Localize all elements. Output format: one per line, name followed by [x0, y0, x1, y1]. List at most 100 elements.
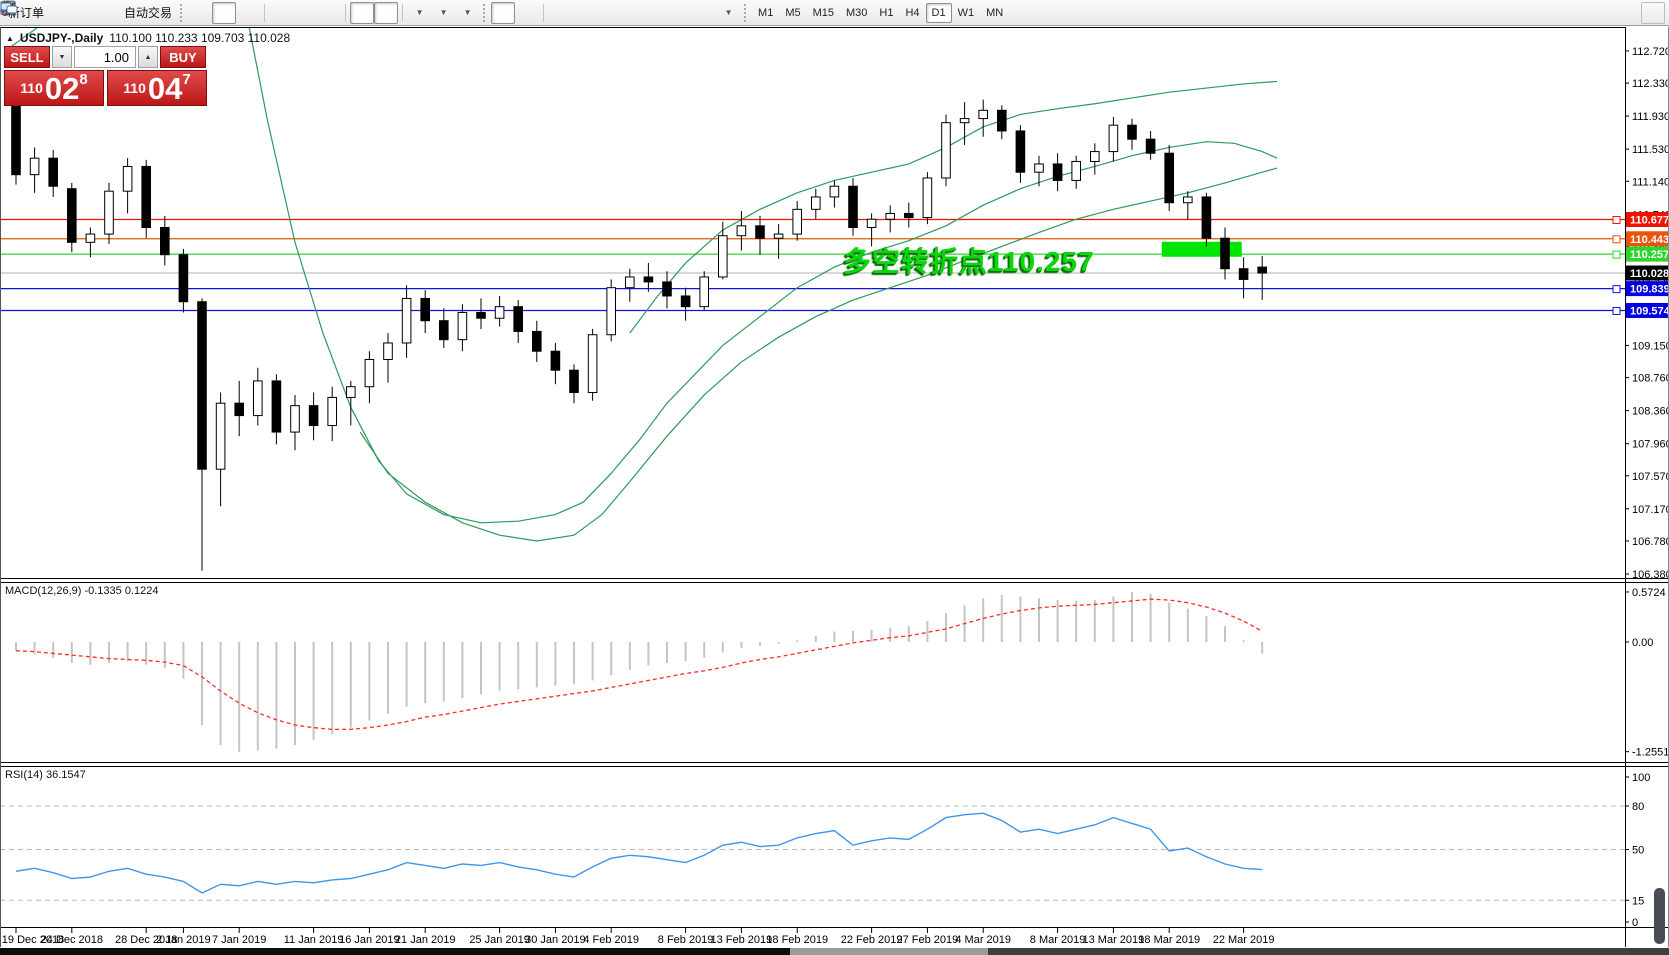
turning-point-annotation[interactable]: 多空转折点110.257 — [843, 240, 1095, 280]
candle-body — [1145, 138, 1156, 154]
chat-button[interactable] — [0, 1, 1665, 24]
shapes-button[interactable]: ▼ — [1, 1, 740, 24]
collapse-panel-icon[interactable]: ▲ — [6, 34, 14, 43]
bar-chart-button[interactable] — [1, 2, 212, 24]
date-axis-label: 13 Mar 2019 — [1083, 934, 1145, 946]
cursor-button[interactable] — [4, 1, 516, 24]
candle-body — [1015, 130, 1026, 173]
candle-body — [606, 287, 617, 336]
market-watch-button[interactable] — [0, 0, 72, 24]
date-axis-label: 11 Jan 2019 — [284, 934, 344, 946]
candle-body — [941, 122, 951, 179]
horizontal-line-button[interactable] — [1, 2, 596, 24]
fibonacci-button[interactable]: F — [2, 2, 668, 24]
candle-body — [420, 297, 430, 322]
hline-handle[interactable] — [1612, 306, 1621, 315]
vertical-line-button[interactable] — [6, 1, 572, 24]
date-axis-label: 22 Mar 2019 — [1213, 934, 1275, 946]
data-window-button[interactable] — [1, 2, 96, 24]
candle-body — [922, 177, 933, 219]
timeframe-d1-button[interactable]: D1 — [925, 2, 952, 23]
auto-trading-button[interactable]: 自动交易 — [1, 0, 176, 24]
text-label-button[interactable]: T — [1, 2, 716, 24]
hline-handle[interactable] — [1612, 250, 1621, 259]
band-line-lower — [359, 167, 1278, 542]
price-axis-tick: 107.570 — [1632, 471, 1669, 483]
toolbar-separator — [543, 3, 545, 22]
auto-scroll-button[interactable] — [2, 1, 375, 24]
crosshair-button[interactable] — [1, 1, 539, 24]
timeframe-h4-button[interactable]: H4 — [899, 3, 925, 23]
candle-body — [736, 225, 747, 237]
line-chart-button[interactable] — [1, 2, 260, 24]
timeframe-mn-button[interactable]: MN — [980, 3, 1009, 23]
candle-body — [773, 233, 784, 239]
date-axis-label: 2 Jan 2019 — [156, 934, 210, 946]
timeframe-m1-button[interactable]: M1 — [752, 3, 779, 23]
date-axis-label: 30 Jan 2019 — [525, 934, 586, 946]
timeframe-h1-button[interactable]: H1 — [873, 3, 899, 23]
sell-price-button[interactable]: 110 02 8 — [4, 70, 104, 106]
timeframe-w1-button[interactable]: W1 — [952, 3, 981, 23]
candle-body — [476, 311, 486, 319]
rsi-axis-tick: 15 — [1632, 895, 1644, 907]
chart-shift-button[interactable] — [2, 1, 399, 24]
zoom-in-button[interactable] — [1, 1, 293, 24]
timeframe-m5-button[interactable]: M5 — [779, 3, 806, 23]
candle-body — [1071, 160, 1082, 181]
price-label-text: 109.574 — [1630, 305, 1669, 317]
candle-body — [11, 105, 21, 176]
trendline-button[interactable] — [1, 2, 620, 24]
timeframe-m30-button[interactable]: M30 — [840, 3, 873, 23]
candle-body — [550, 350, 561, 371]
candle-body — [401, 297, 412, 344]
price-axis-tick: 112.720 — [1632, 46, 1669, 58]
timeframe-m15-button[interactable]: M15 — [807, 3, 840, 23]
date-axis-label: 4 Feb 2019 — [583, 934, 639, 946]
chart-canvas[interactable]: 10080501500.57240.00-1.2551112.720112.33… — [0, 0, 1669, 955]
price-label-text: 109.839 — [1630, 284, 1669, 296]
sell-button[interactable]: SELL — [4, 46, 50, 68]
navigator-button[interactable] — [1, 1, 120, 24]
candle-body — [904, 212, 914, 219]
volume-decrease-button[interactable]: ▼ — [52, 46, 72, 68]
candlestick-chart-button[interactable] — [1, 1, 237, 24]
volume-increase-button[interactable]: ▲ — [138, 46, 158, 68]
buy-price-button[interactable]: 110 04 7 — [107, 70, 207, 106]
mt4-window: 新订单 自动交易 ▼ ▼ ▼ ▼ M1 M5 M15 M30 H1 H4 D1 … — [0, 0, 1669, 955]
buy-button[interactable]: BUY — [160, 46, 206, 68]
periods-button[interactable]: ▼ — [1, 1, 455, 24]
candle-body — [1238, 268, 1249, 280]
hline-handle[interactable] — [1612, 215, 1621, 224]
rsi-axis-tick: 100 — [1632, 772, 1650, 784]
search-button[interactable] — [1, 1, 1641, 24]
candle-body — [48, 157, 59, 187]
auto-trading-label: 自动交易 — [124, 6, 173, 20]
volume-input[interactable]: 1.00 — [74, 46, 136, 68]
scrollbar-thumb[interactable] — [1654, 888, 1665, 944]
macd-axis-tick: -1.2551 — [1632, 747, 1669, 759]
candle-body — [532, 330, 542, 352]
one-click-trading-panel: SELL ▼ 1.00 ▲ BUY 110 02 8 110 04 7 — [4, 46, 208, 106]
candle-body — [346, 386, 356, 398]
candle-body — [85, 233, 96, 243]
hline-handle[interactable] — [1612, 285, 1621, 294]
candle-body — [1034, 163, 1044, 173]
candle-body — [625, 276, 635, 289]
templates-button[interactable]: ▼ — [1, 2, 479, 24]
candle-body — [997, 109, 1007, 132]
band-line-upper — [629, 80, 1278, 334]
price-axis-tick: 111.930 — [1632, 111, 1669, 123]
price-axis-tick: 107.170 — [1632, 504, 1669, 516]
symbol-period-label: USDJPY-,Daily — [19, 31, 104, 45]
price-axis-tick: 106.780 — [1632, 536, 1669, 548]
tile-windows-button[interactable] — [0, 1, 341, 24]
text-button[interactable]: A — [2, 1, 692, 24]
hline-handle[interactable] — [1612, 235, 1621, 244]
channel-button[interactable]: E — [0, 1, 644, 24]
chart-title: ▲ USDJPY-,Daily 110.100 110.233 109.703 … — [6, 31, 290, 45]
toolbar-separator — [264, 3, 266, 22]
price-axis-tick: 111.530 — [1632, 144, 1669, 156]
indicators-button[interactable]: ▼ — [1, 1, 431, 24]
zoom-out-button[interactable] — [1, 1, 317, 24]
